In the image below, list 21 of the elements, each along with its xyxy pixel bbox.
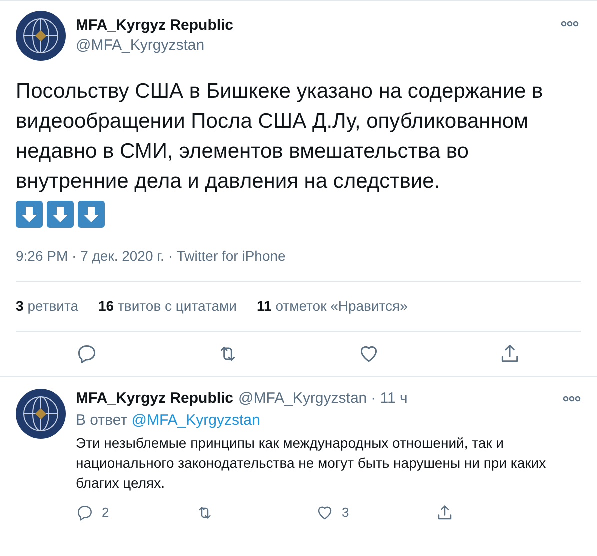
author-name[interactable]: MFA_Kyrgyz Republic	[76, 16, 561, 36]
more-icon[interactable]	[561, 21, 579, 27]
tweet-meta: 9:26 PM · 7 дек. 2020 г. · Twitter for iPhone	[16, 247, 287, 266]
action-count: 3	[342, 504, 350, 522]
tweet-text: Посольству США в Бишкеке указано на содержание в видеообращении Посла США Д.Лу, опубликованном недавно в СМИ, элементов вмешательства во внутренние дела и давления на следствие.	[16, 79, 544, 195]
reply-icon[interactable]	[76, 343, 98, 365]
share-icon[interactable]	[436, 504, 454, 522]
author-handle[interactable]: @MFA_Kyrgyzstan	[238, 389, 368, 409]
action-count: 2	[102, 504, 110, 522]
author-name[interactable]: MFA_Kyrgyz Republic	[76, 389, 234, 409]
emblem-icon	[16, 389, 66, 439]
reply-icon[interactable]	[76, 504, 94, 522]
tweet-time: · 11 ч	[371, 389, 408, 409]
reply-text: Эти незыблемые принципы как международных отношений, так и национального законодательства не могут быть нарушены ни при каких благих целях.	[76, 434, 548, 493]
stat-link[interactable]: 3 ретвита	[16, 296, 79, 317]
emblem-icon	[16, 11, 66, 61]
author-handle[interactable]: @MFA_Kyrgyzstan	[76, 36, 561, 56]
more-icon[interactable]	[563, 396, 581, 402]
reply-label: В ответ	[76, 412, 128, 429]
stat-link[interactable]: 16 твитов с цитатами	[98, 296, 237, 317]
stat-link[interactable]: 11 отметок «Нравится»	[256, 296, 408, 317]
